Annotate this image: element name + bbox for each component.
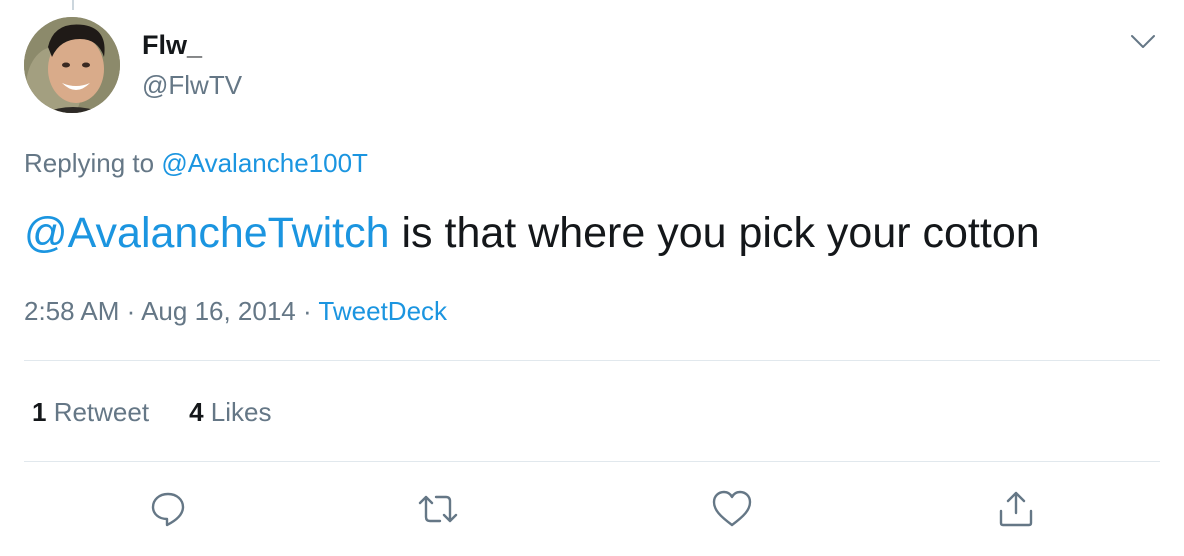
tweet-source-link[interactable]: TweetDeck xyxy=(318,296,447,326)
tweet-text: @AvalancheTwitch is that where you pick … xyxy=(24,206,1040,260)
avatar-image xyxy=(24,17,120,113)
display-name[interactable]: Flw_ xyxy=(142,28,202,62)
meta-separator: · xyxy=(119,296,142,326)
likes-stat[interactable]: 4 Likes xyxy=(189,395,271,429)
share-icon xyxy=(999,491,1033,527)
tweet-mention-link[interactable]: @AvalancheTwitch xyxy=(24,209,390,257)
share-button[interactable] xyxy=(994,487,1038,531)
avatar[interactable] xyxy=(24,17,120,113)
divider xyxy=(24,360,1160,361)
replying-to: Replying to @Avalanche100T xyxy=(24,146,368,180)
retweet-icon xyxy=(418,495,458,523)
chevron-down-icon xyxy=(1131,35,1155,48)
reply-button[interactable] xyxy=(146,487,190,531)
retweet-button[interactable] xyxy=(416,487,460,531)
tweet-body: is that where you pick your cotton xyxy=(389,209,1040,257)
more-options-button[interactable] xyxy=(1125,26,1161,58)
user-handle[interactable]: @FlwTV xyxy=(142,68,242,102)
reply-icon xyxy=(151,492,185,527)
likes-label: Likes xyxy=(203,397,272,427)
retweets-stat[interactable]: 1 Retweet xyxy=(32,395,149,429)
heart-icon xyxy=(712,490,752,527)
tweet-date[interactable]: Aug 16, 2014 xyxy=(141,296,296,326)
meta-separator: · xyxy=(295,296,319,326)
likes-count: 4 xyxy=(189,397,204,427)
tweet-meta: 2:58 AM · Aug 16, 2014 · TweetDeck xyxy=(24,294,447,328)
retweets-label: Retweet xyxy=(46,397,150,427)
like-button[interactable] xyxy=(710,487,754,531)
tweet-stats: 1 Retweet 4 Likes xyxy=(32,395,271,429)
thread-connector-line xyxy=(72,0,74,10)
retweets-count: 1 xyxy=(32,397,47,427)
tweet-time[interactable]: 2:58 AM xyxy=(24,296,119,326)
replying-to-link[interactable]: @Avalanche100T xyxy=(161,148,368,178)
replying-to-label: Replying to xyxy=(24,148,162,178)
divider xyxy=(24,461,1160,462)
